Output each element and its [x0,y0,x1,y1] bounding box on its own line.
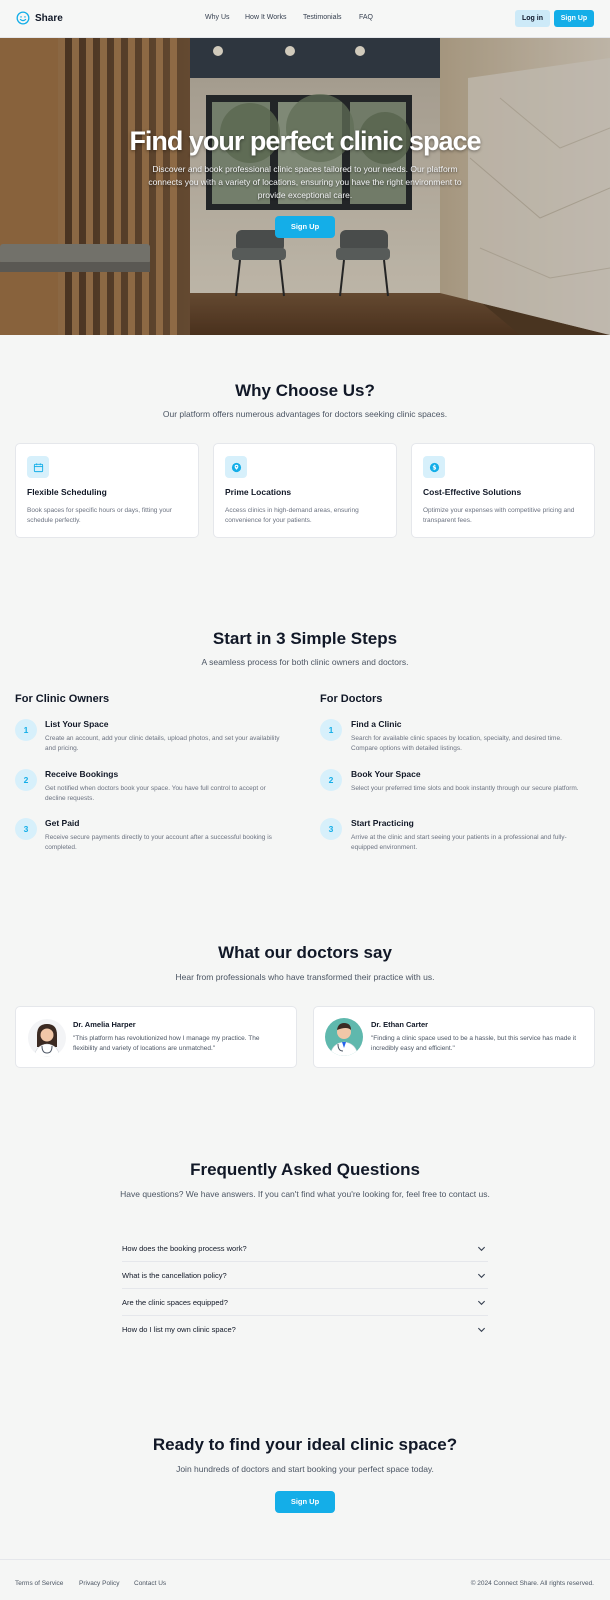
hero-subtitle: Discover and book professional clinic sp… [148,164,462,200]
step-title: Get Paid [45,818,80,828]
footer-link-privacy[interactable]: Privacy Policy [79,1580,119,1587]
nav-link-faq[interactable]: FAQ [359,14,373,21]
steps-subtitle: A seamless process for both clinic owner… [201,657,409,667]
faq-title: Frequently Asked Questions [190,1160,420,1179]
step-number: 3 [320,818,342,840]
step-title: Find a Clinic [351,719,402,729]
owners-column-title: For Clinic Owners [15,693,110,705]
faq-question: Are the clinic spaces equipped? [122,1298,228,1307]
chevron-down-icon [477,1273,486,1279]
hero-signup-button[interactable]: Sign Up [275,216,335,238]
doctor-avatar-icon [329,1023,359,1056]
footer-link-contact[interactable]: Contact Us [134,1580,166,1587]
location-icon [225,456,247,478]
step-desc: Search for available clinic spaces by lo… [351,735,562,752]
avatar [28,1019,66,1057]
faq-item[interactable]: How do I list my own clinic space? [122,1316,488,1343]
faq-question: What is the cancellation policy? [122,1271,227,1280]
step-desc: Get notified when doctors book your spac… [45,785,266,802]
testimonial-quote: "This platform has revolutionized how I … [73,1035,260,1052]
site-footer: Terms of Service Privacy Policy Contact … [0,1559,610,1600]
testimonial-name: Dr. Ethan Carter [371,1020,429,1029]
testimonial-card: Dr. Ethan Carter "Finding a clinic space… [313,1006,595,1068]
feature-card-title: Prime Locations [225,487,292,497]
hero-section: Find your perfect clinic space Discover … [0,38,610,335]
feature-card-cost: $ Cost-Effective Solutions Optimize your… [411,443,595,538]
step-desc: Receive secure payments directly to your… [45,834,272,851]
nav-link-testimonials[interactable]: Testimonials [303,14,342,21]
faq-question: How does the booking process work? [122,1244,247,1253]
why-title: Why Choose Us? [235,381,375,400]
header-signup-button[interactable]: Sign Up [554,10,594,27]
cta-signup-button[interactable]: Sign Up [275,1491,335,1513]
avatar [325,1018,363,1056]
hero-title: Find your perfect clinic space [129,126,481,156]
doctor-avatar-icon [33,1024,61,1057]
brand-logo[interactable]: Share [16,11,63,25]
svg-text:$: $ [432,464,436,471]
doctors-column-title: For Doctors [320,693,383,705]
nav-link-why-us[interactable]: Why Us [205,14,230,21]
smiley-logo-icon [16,11,30,25]
feature-card-title: Flexible Scheduling [27,487,107,497]
step-desc: Create an account, add your clinic detai… [45,735,280,752]
faq-item[interactable]: Are the clinic spaces equipped? [122,1289,488,1316]
calendar-icon [27,456,49,478]
site-header: Share Why Us How It Works Testimonials F… [0,0,610,38]
feature-card-scheduling: Flexible Scheduling Book spaces for spec… [15,443,199,538]
step-title: Start Practicing [351,818,414,828]
footer-copyright: © 2024 Connect Share. All rights reserve… [470,1580,594,1587]
feature-card-desc: Optimize your expenses with competitive … [423,507,575,524]
testimonials-subtitle: Hear from professionals who have transfo… [175,972,435,982]
faq-subtitle: Have questions? We have answers. If you … [120,1189,490,1199]
faq-item[interactable]: How does the booking process work? [122,1235,488,1262]
steps-title: Start in 3 Simple Steps [212,629,398,648]
chevron-down-icon [477,1327,486,1333]
step-number: 2 [320,769,342,791]
step-desc: Arrive at the clinic and start seeing yo… [351,834,567,851]
nav-link-how-it-works[interactable]: How It Works [245,14,287,21]
step-desc: Select your preferred time slots and boo… [351,785,579,792]
footer-link-terms[interactable]: Terms of Service [15,1580,63,1587]
step-number: 1 [320,719,342,741]
step-number: 1 [15,719,37,741]
step-title: Book Your Space [351,769,421,779]
step-title: Receive Bookings [45,769,119,779]
feature-card-desc: Access clinics in high-demand areas, ens… [225,507,359,524]
feature-card-locations: Prime Locations Access clinics in high-d… [213,443,397,538]
cta-title: Ready to find your ideal clinic space? [152,1435,458,1454]
chevron-down-icon [477,1300,486,1306]
cta-subtitle: Join hundreds of doctors and start booki… [176,1464,434,1474]
testimonial-quote: "Finding a clinic space used to be a has… [371,1035,577,1052]
step-number: 3 [15,818,37,840]
chevron-down-icon [477,1246,486,1252]
testimonials-title: What our doctors say [218,943,392,962]
why-subtitle: Our platform offers numerous advantages … [162,409,448,419]
step-title: List Your Space [45,719,109,729]
feature-card-desc: Book spaces for specific hours or days, … [27,507,172,524]
step-number: 2 [15,769,37,791]
brand-name: Share [35,12,63,24]
dollar-icon: $ [423,456,445,478]
feature-card-title: Cost-Effective Solutions [423,487,522,497]
faq-item[interactable]: What is the cancellation policy? [122,1262,488,1289]
testimonial-card: Dr. Amelia Harper "This platform has rev… [15,1006,297,1068]
testimonial-name: Dr. Amelia Harper [73,1020,136,1029]
login-button[interactable]: Log in [515,10,550,27]
faq-question: How do I list my own clinic space? [122,1325,236,1334]
